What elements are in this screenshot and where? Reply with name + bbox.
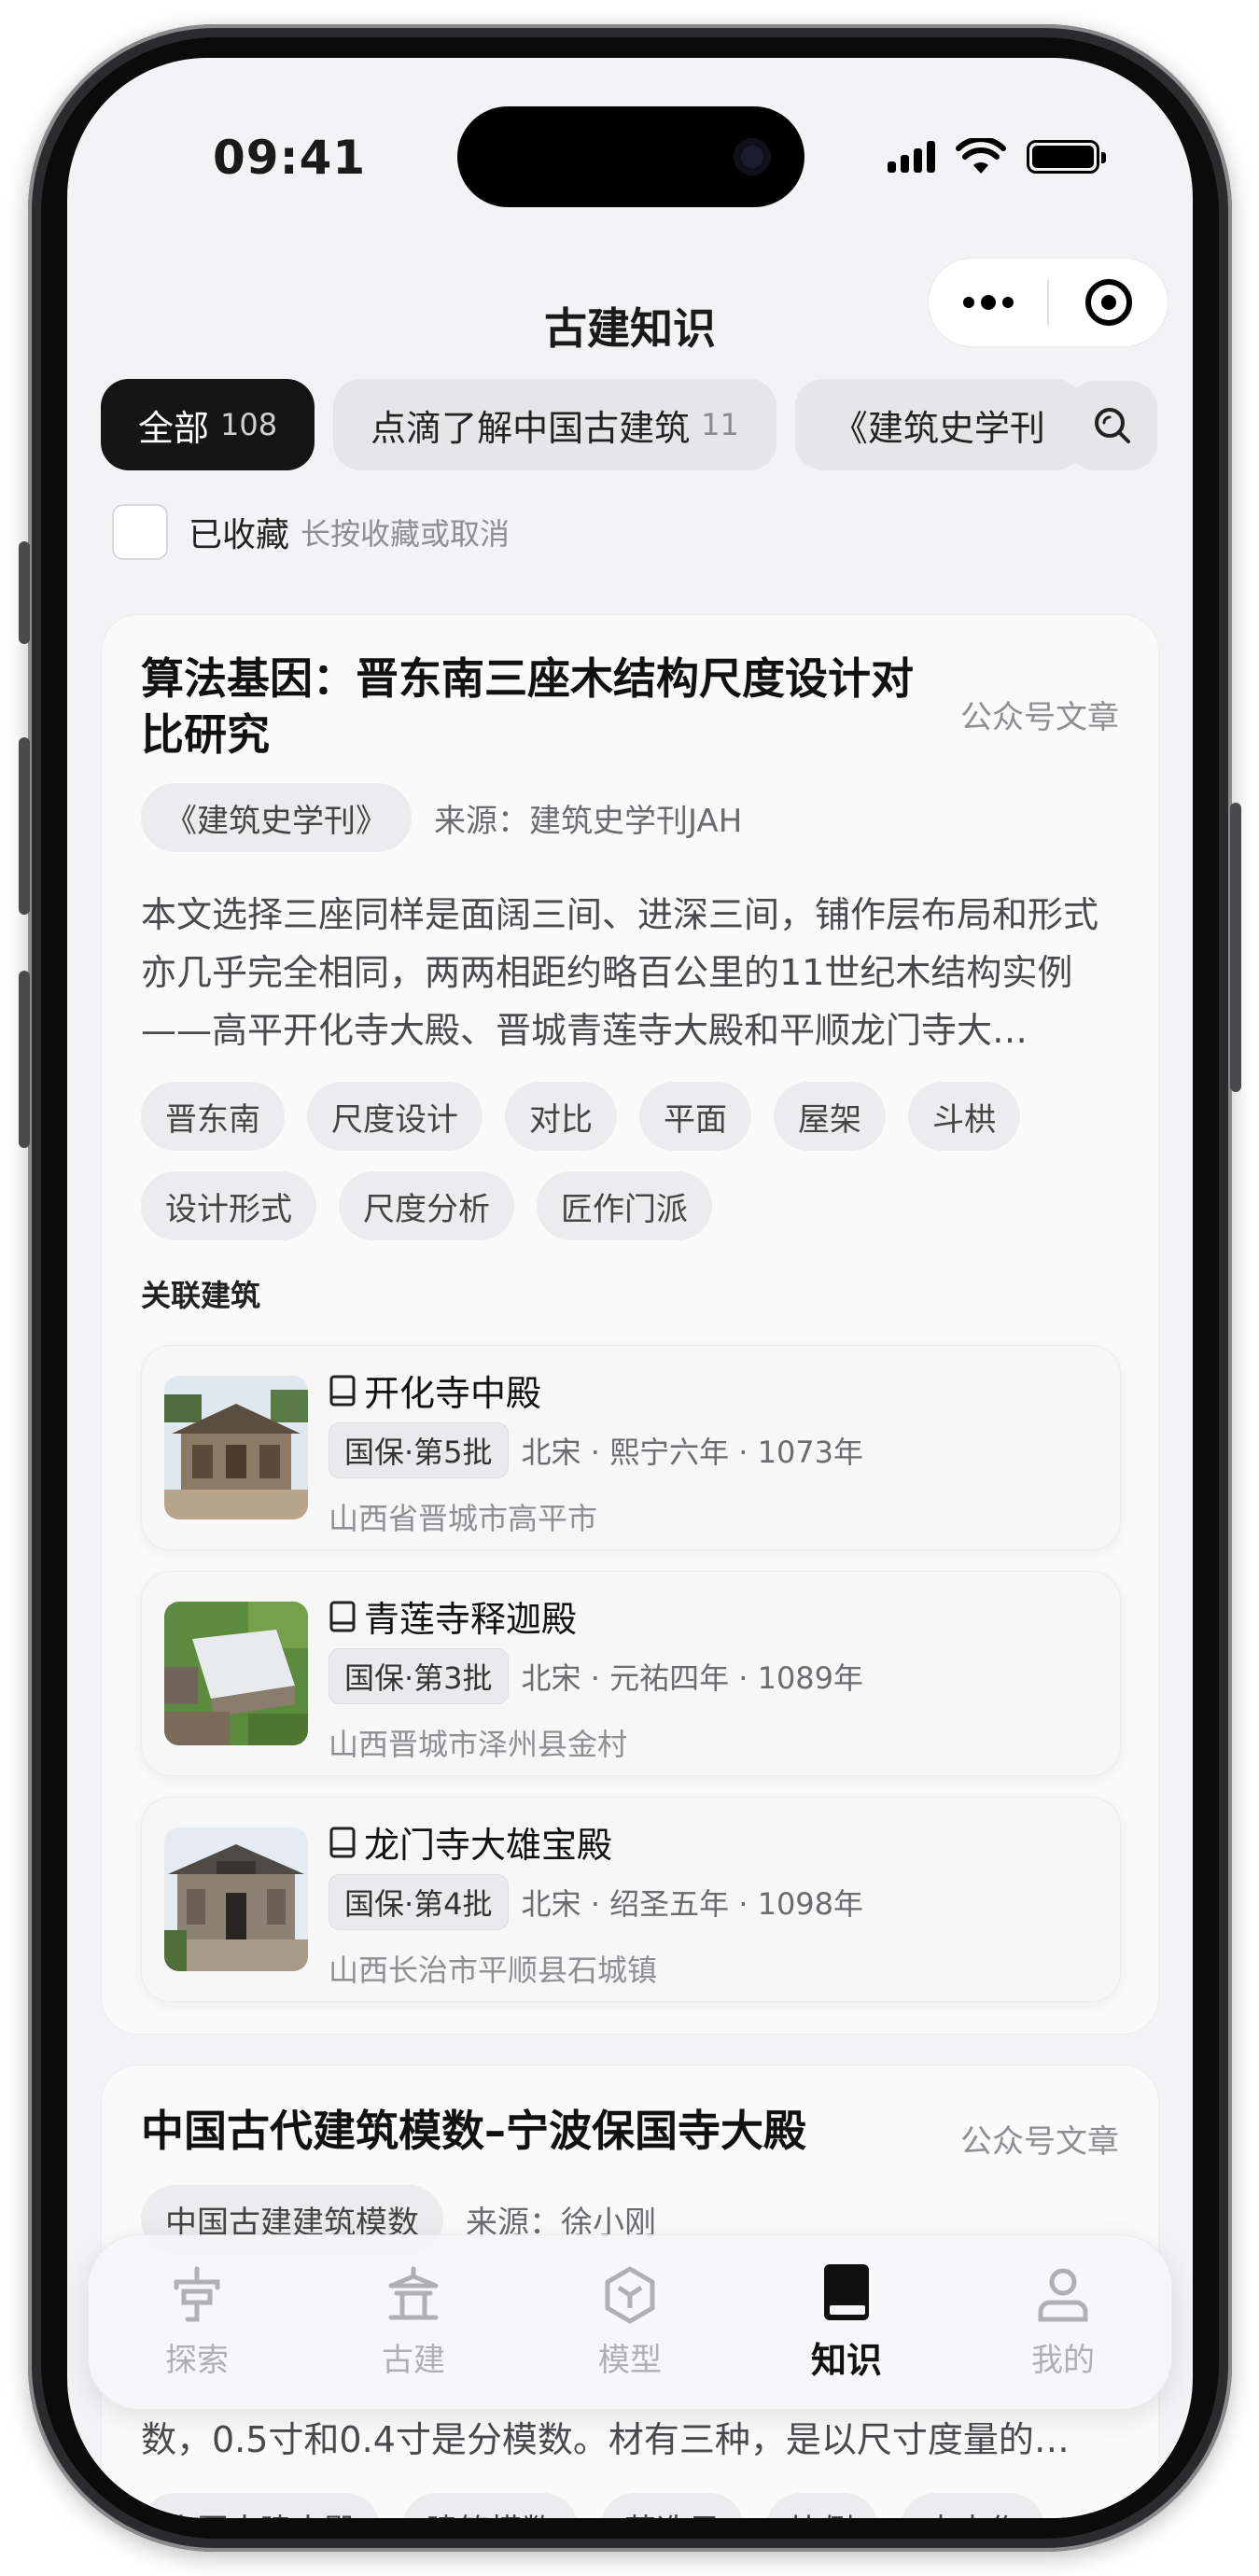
article-title: 中国古代建筑模数–宁波保国寺大殿 xyxy=(141,2106,806,2156)
cube-icon xyxy=(605,2266,655,2323)
close-miniprogram-button[interactable] xyxy=(1049,259,1168,346)
related-building-card[interactable]: 青莲寺释迦殿 国保·第3批 北宋 · 元祐四年 · 1089年 山西晋城市泽州县… xyxy=(141,1571,1121,1776)
building-name: 青莲寺释迦殿 xyxy=(329,1590,577,1642)
keyword-tags-row: 中国古建大殿 建筑模数 营造尺 比例 大木作 xyxy=(141,2493,1044,2518)
battery-icon xyxy=(1027,140,1106,174)
keyword-tag[interactable]: 晋东南 xyxy=(141,1082,285,1151)
keyword-tag[interactable]: 营造尺 xyxy=(600,2493,744,2518)
tab-intro-ancient-architecture[interactable]: 点滴了解中国古建筑 11 xyxy=(333,379,776,470)
keyword-tag[interactable]: 对比 xyxy=(505,1082,617,1151)
keyword-tag[interactable]: 斗栱 xyxy=(908,1082,1020,1151)
building-meta: 国保·第4批 北宋 · 绍圣五年 · 1098年 xyxy=(329,1874,863,1930)
search-button[interactable] xyxy=(1068,381,1157,470)
action-button xyxy=(19,541,30,644)
building-location: 山西长治市平顺县石城镇 xyxy=(329,1953,658,1988)
dynamic-island xyxy=(457,106,804,207)
keyword-tag[interactable]: 设计形式 xyxy=(141,1171,316,1240)
protection-badge: 国保·第3批 xyxy=(329,1648,509,1704)
tab-label: 我的 xyxy=(1031,2341,1095,2379)
protection-badge: 国保·第5批 xyxy=(329,1422,509,1478)
keyword-tag[interactable]: 尺度设计 xyxy=(307,1082,483,1151)
tab-label: 古建 xyxy=(382,2341,445,2379)
book-icon xyxy=(329,1601,356,1631)
article-summary: 数，0.5寸和0.4寸是分模数。材有三种，是以尺寸度量的… xyxy=(141,2419,1070,2460)
keyword-tags-row: 晋东南 尺度设计 对比 平面 屋架 斗栱 xyxy=(141,1082,1020,1151)
user-icon xyxy=(1038,2268,1088,2321)
building-location: 山西省晋城市高平市 xyxy=(329,1501,598,1536)
article-source: 来源：建筑史学刊JAH xyxy=(434,802,743,840)
app-screen: 09:41 古建 知识 全部 108 点滴了解中国古建筑 11 《建筑史学刊 已收… xyxy=(67,58,1193,2518)
article-summary: 本文选择三座同样是面阔三间、进深三间，铺作层布局和形式亦几乎完全相同，两两相距约… xyxy=(141,894,1099,1051)
cellular-signal-icon xyxy=(888,141,935,173)
keyword-tags-row: 设计形式 尺度分析 匠作门派 xyxy=(141,1171,712,1240)
related-building-card[interactable]: 龙门寺大雄宝殿 国保·第4批 北宋 · 绍圣五年 · 1098年 山西长治市平顺… xyxy=(141,1797,1121,2002)
favorites-label: 已收藏 xyxy=(189,516,290,554)
book-icon xyxy=(824,2263,869,2320)
protection-badge: 国保·第4批 xyxy=(329,1874,509,1930)
status-icons xyxy=(888,138,1106,175)
status-time: 09:41 xyxy=(213,131,367,185)
book-icon xyxy=(329,1827,356,1857)
tab-profile[interactable]: 我的 xyxy=(979,2265,1147,2380)
tab-label: 探索 xyxy=(165,2341,229,2379)
tab-label: 《建筑史学刊 xyxy=(832,407,1045,449)
article-type: 公众号文章 xyxy=(960,699,1119,736)
favorites-checkbox[interactable] xyxy=(112,504,168,560)
tab-label: 模型 xyxy=(598,2341,662,2379)
search-icon xyxy=(1095,408,1130,443)
tab-all[interactable]: 全部 108 xyxy=(101,379,315,470)
related-building-card[interactable]: 开化寺中殿 国保·第5批 北宋 · 熙宁六年 · 1073年 山西省晋城市高平市 xyxy=(141,1345,1121,1550)
keyword-tag[interactable]: 平面 xyxy=(639,1082,751,1151)
volume-down-button xyxy=(19,971,30,1148)
building-meta: 国保·第3批 北宋 · 元祐四年 · 1089年 xyxy=(329,1648,863,1704)
book-icon xyxy=(329,1375,356,1406)
wifi-icon xyxy=(956,138,1006,174)
building-location: 山西晋城市泽州县金村 xyxy=(329,1727,628,1762)
volume-up-button xyxy=(19,737,30,915)
tab-knowledge[interactable]: 知识 xyxy=(762,2262,930,2383)
building-name: 开化寺中殿 xyxy=(329,1365,541,1416)
related-buildings-label: 关联建筑 xyxy=(141,1278,261,1313)
keyword-tag[interactable]: 尺度分析 xyxy=(339,1171,514,1240)
building-thumbnail xyxy=(164,1602,308,1745)
article-type: 公众号文章 xyxy=(960,2123,1119,2161)
building-period: 北宋 · 元祐四年 · 1089年 xyxy=(521,1660,864,1696)
tab-architecture[interactable]: 古建 xyxy=(329,2265,497,2380)
keyword-tag[interactable]: 中国古建大殿 xyxy=(141,2493,380,2518)
building-period: 北宋 · 熙宁六年 · 1073年 xyxy=(521,1435,864,1470)
article-title: 算法基因：晋东南三座木结构尺度设计对 比研究 xyxy=(141,653,914,760)
keyword-tag[interactable]: 大木作 xyxy=(901,2493,1044,2518)
more-button[interactable] xyxy=(929,259,1047,346)
tab-explore[interactable]: 探索 xyxy=(113,2265,281,2380)
building-thumbnail xyxy=(164,1827,308,1971)
miniprogram-capsule xyxy=(928,258,1168,347)
favorites-filter[interactable]: 已收藏 长按收藏或取消 xyxy=(112,504,510,560)
building-meta: 国保·第5批 北宋 · 熙宁六年 · 1073年 xyxy=(329,1422,863,1478)
keyword-tag[interactable]: 屋架 xyxy=(774,1082,886,1151)
more-dots-icon xyxy=(962,295,1014,310)
tab-label: 点滴了解中国古建筑 xyxy=(371,407,691,449)
building-thumbnail xyxy=(164,1376,308,1519)
keyword-tag[interactable]: 建筑模数 xyxy=(402,2493,578,2518)
building-period: 北宋 · 绍圣五年 · 1098年 xyxy=(521,1886,864,1922)
bottom-tab-bar: 探索 古建 模型 知识 我的 xyxy=(88,2234,1172,2410)
target-icon xyxy=(1084,279,1132,326)
tab-count: 108 xyxy=(220,407,278,442)
keyword-tag[interactable]: 匠作门派 xyxy=(537,1171,712,1240)
tab-model[interactable]: 模型 xyxy=(546,2265,714,2380)
filter-tabs: 全部 108 点滴了解中国古建筑 11 《建筑史学刊 xyxy=(101,379,1081,470)
keyword-tag[interactable]: 比例 xyxy=(766,2493,878,2518)
article-card[interactable]: 算法基因：晋东南三座木结构尺度设计对 比研究 公众号文章 《建筑史学刊》 来源：… xyxy=(101,614,1159,2035)
power-button xyxy=(1230,803,1241,1092)
building-name: 龙门寺大雄宝殿 xyxy=(329,1816,612,1868)
tab-label: 知识 xyxy=(810,2339,882,2381)
pavilion-icon xyxy=(388,2266,439,2319)
tab-architecture-history-journal[interactable]: 《建筑史学刊 xyxy=(794,379,1081,470)
compass-icon xyxy=(174,2266,220,2321)
tab-label: 全部 xyxy=(138,407,210,449)
journal-tag[interactable]: 《建筑史学刊》 xyxy=(141,783,412,852)
favorites-hint: 长按收藏或取消 xyxy=(301,516,511,552)
tab-count: 11 xyxy=(701,407,739,442)
